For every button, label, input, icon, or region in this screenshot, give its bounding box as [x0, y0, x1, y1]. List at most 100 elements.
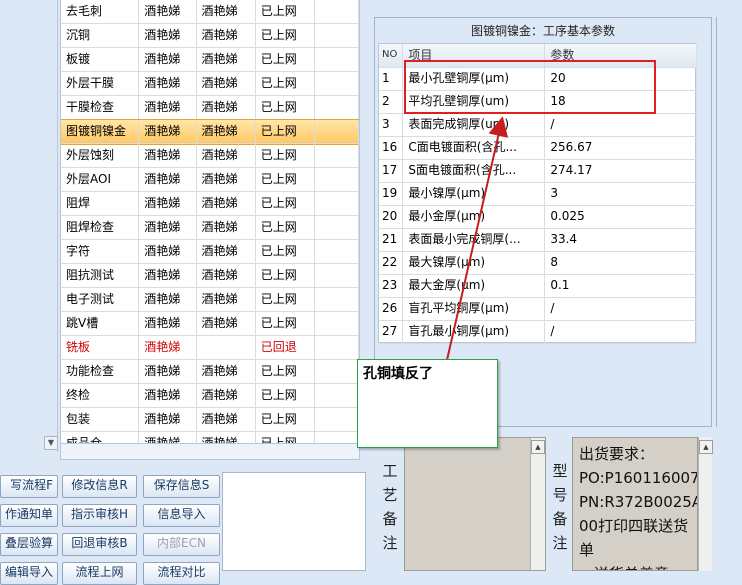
process-row[interactable]: 铣板 酒艳娣 已回退 [61, 336, 359, 360]
save-info-button[interactable]: 保存信息S [143, 475, 220, 498]
left-pane-scroll-area [0, 0, 58, 452]
write-flow-button[interactable]: 写流程F [0, 475, 58, 498]
process-cell-status: 已上网 [256, 0, 315, 23]
param-panel-title: 图镀铜镍金：工序基本参数 [470, 24, 615, 38]
param-row[interactable]: 26 盲孔平均铜厚(μm) / [379, 297, 697, 321]
process-row[interactable]: 去毛刺 酒艳娣 酒艳娣 已上网 [61, 0, 359, 24]
process-row[interactable]: 图镀铜镍金 酒艳娣 酒艳娣 已上网 [61, 119, 359, 145]
param-cell-no: 1 [379, 67, 404, 90]
param-cell-value: 33.4 [545, 228, 697, 251]
process-row[interactable]: 终检 酒艳娣 酒艳娣 已上网 [61, 384, 359, 408]
process-cell-empty [315, 288, 359, 311]
process-row[interactable]: 功能检查 酒艳娣 酒艳娣 已上网 [61, 360, 359, 384]
process-cell-status: 已上网 [256, 408, 315, 431]
process-row[interactable]: 外层蚀刻 酒艳娣 酒艳娣 已上网 [61, 144, 359, 168]
param-cell-no: 23 [379, 274, 404, 297]
model-notes-label: 型 号 备 注 [548, 437, 572, 571]
param-cell-item: 表面完成铜厚(um) [403, 113, 546, 136]
ship-line: PN:R372B0025A0 [579, 493, 697, 511]
info-import-button[interactable]: 信息导入 [143, 504, 220, 527]
param-cell-no: 16 [379, 136, 404, 159]
modify-info-button[interactable]: 修改信息R [62, 475, 137, 498]
process-row[interactable]: 成品仓 酒艳娣 酒艳娣 已上网 [61, 432, 359, 443]
process-cell-c2: 酒艳娣 [197, 0, 256, 23]
param-row[interactable]: 21 表面最小完成铜厚(... 33.4 [379, 228, 697, 252]
edit-import-button[interactable]: 编辑导入 [0, 562, 58, 585]
craft-notes-label: 工 艺 备 注 [378, 437, 402, 571]
process-row[interactable]: 干膜检查 酒艳娣 酒艳娣 已上网 [61, 96, 359, 120]
process-cell-status: 已回退 [256, 336, 315, 359]
param-cell-item: 最小镍厚(μm) [403, 182, 546, 205]
model-notes-scrollbar[interactable]: ▲ [698, 437, 713, 571]
process-row[interactable]: 跳V槽 酒艳娣 酒艳娣 已上网 [61, 312, 359, 336]
process-row[interactable]: 字符 酒艳娣 酒艳娣 已上网 [61, 240, 359, 264]
scroll-up-arrow-icon[interactable]: ▲ [699, 440, 713, 454]
process-cell-empty [315, 192, 359, 215]
process-cell-c2: 酒艳娣 [197, 24, 256, 47]
process-cell-status: 已上网 [256, 96, 315, 119]
process-row[interactable]: 外层AOI 酒艳娣 酒艳娣 已上网 [61, 168, 359, 192]
process-cell-name: 成品仓 [61, 432, 140, 443]
craft-label-char: 艺 [382, 486, 398, 504]
param-cell-item: 最小金厚(μm) [403, 205, 546, 228]
model-notes-textarea[interactable]: 出货要求： PO:P160116007 PN:R372B0025A0 00打印四… [572, 437, 698, 571]
process-cell-empty [315, 264, 359, 287]
param-cell-value: / [545, 297, 697, 320]
param-row[interactable]: 20 最小金厚(μm) 0.025 [379, 205, 697, 229]
annotation-callout: 孔铜填反了 [357, 359, 498, 448]
process-cell-c1: 酒艳娣 [139, 408, 197, 431]
notes-box[interactable] [222, 472, 366, 571]
process-row[interactable]: 外层干膜 酒艳娣 酒艳娣 已上网 [61, 72, 359, 96]
process-cell-c1: 酒艳娣 [139, 144, 197, 167]
scroll-down-arrow-icon[interactable]: ▼ [44, 436, 58, 450]
internal-ecn-button[interactable]: 内部ECN [143, 533, 220, 556]
model-label-char: 号 [552, 486, 568, 504]
process-cell-c2: 酒艳娣 [197, 72, 256, 95]
param-row[interactable]: 3 表面完成铜厚(um) / [379, 113, 697, 137]
param-cell-no: 21 [379, 228, 404, 251]
process-row[interactable]: 板镀 酒艳娣 酒艳娣 已上网 [61, 48, 359, 72]
process-row[interactable]: 阻抗测试 酒艳娣 酒艳娣 已上网 [61, 264, 359, 288]
notify-button[interactable]: 作通知单 [0, 504, 58, 527]
back-review-button[interactable]: 回退审核B [62, 533, 137, 556]
horizontal-scrollbar[interactable] [60, 443, 360, 460]
process-cell-name: 板镀 [61, 48, 140, 71]
param-cell-value: 0.1 [545, 274, 697, 297]
process-cell-name: 阻焊检查 [61, 216, 140, 239]
craft-notes-scrollbar[interactable]: ▲ [530, 438, 545, 570]
param-row[interactable]: 17 S面电镀面积(含孔... 274.17 [379, 159, 697, 183]
process-row[interactable]: 电子测试 酒艳娣 酒艳娣 已上网 [61, 288, 359, 312]
process-cell-name: 字符 [61, 240, 140, 263]
param-cell-item: C面电镀面积(含孔... [403, 136, 546, 159]
craft-notes-textarea[interactable]: ▲ [404, 437, 546, 571]
process-cell-status: 已上网 [256, 264, 315, 287]
param-row[interactable]: 27 盲孔最小铜厚(μm) / [379, 320, 697, 344]
param-row[interactable]: 19 最小镍厚(μm) 3 [379, 182, 697, 206]
param-row[interactable]: 16 C面电镀面积(含孔... 256.67 [379, 136, 697, 160]
process-cell-empty [315, 240, 359, 263]
process-cell-c2: 酒艳娣 [197, 120, 256, 143]
process-cell-c1: 酒艳娣 [139, 240, 197, 263]
scroll-up-arrow-icon[interactable]: ▲ [531, 440, 545, 454]
process-row[interactable]: 沉铜 酒艳娣 酒艳娣 已上网 [61, 24, 359, 48]
callout-text: 孔铜填反了 [363, 366, 433, 382]
process-cell-c2: 酒艳娣 [197, 408, 256, 431]
instruct-review-button[interactable]: 指示审核H [62, 504, 137, 527]
param-cell-item: S面电镀面积(含孔... [403, 159, 546, 182]
process-row[interactable]: 阻焊 酒艳娣 酒艳娣 已上网 [61, 192, 359, 216]
process-row[interactable]: 包装 酒艳娣 酒艳娣 已上网 [61, 408, 359, 432]
process-row[interactable]: 阻焊检查 酒艳娣 酒艳娣 已上网 [61, 216, 359, 240]
layer-check-button[interactable]: 叠层验算 [0, 533, 58, 556]
process-cell-c1: 酒艳娣 [139, 24, 197, 47]
param-cell-item: 盲孔平均铜厚(μm) [403, 297, 546, 320]
process-cell-empty [315, 336, 359, 359]
param-cell-no: 19 [379, 182, 404, 205]
param-row[interactable]: 23 最大金厚(μm) 0.1 [379, 274, 697, 298]
process-cell-name: 图镀铜镍金 [61, 120, 140, 143]
param-row[interactable]: 22 最大镍厚(μm) 8 [379, 251, 697, 275]
flow-compare-button[interactable]: 流程对比 [143, 562, 220, 585]
process-cell-c2: 酒艳娣 [197, 240, 256, 263]
header-no[interactable]: NO [379, 44, 404, 67]
process-cell-status: 已上网 [256, 192, 315, 215]
flow-online-button[interactable]: 流程上网 [62, 562, 137, 585]
